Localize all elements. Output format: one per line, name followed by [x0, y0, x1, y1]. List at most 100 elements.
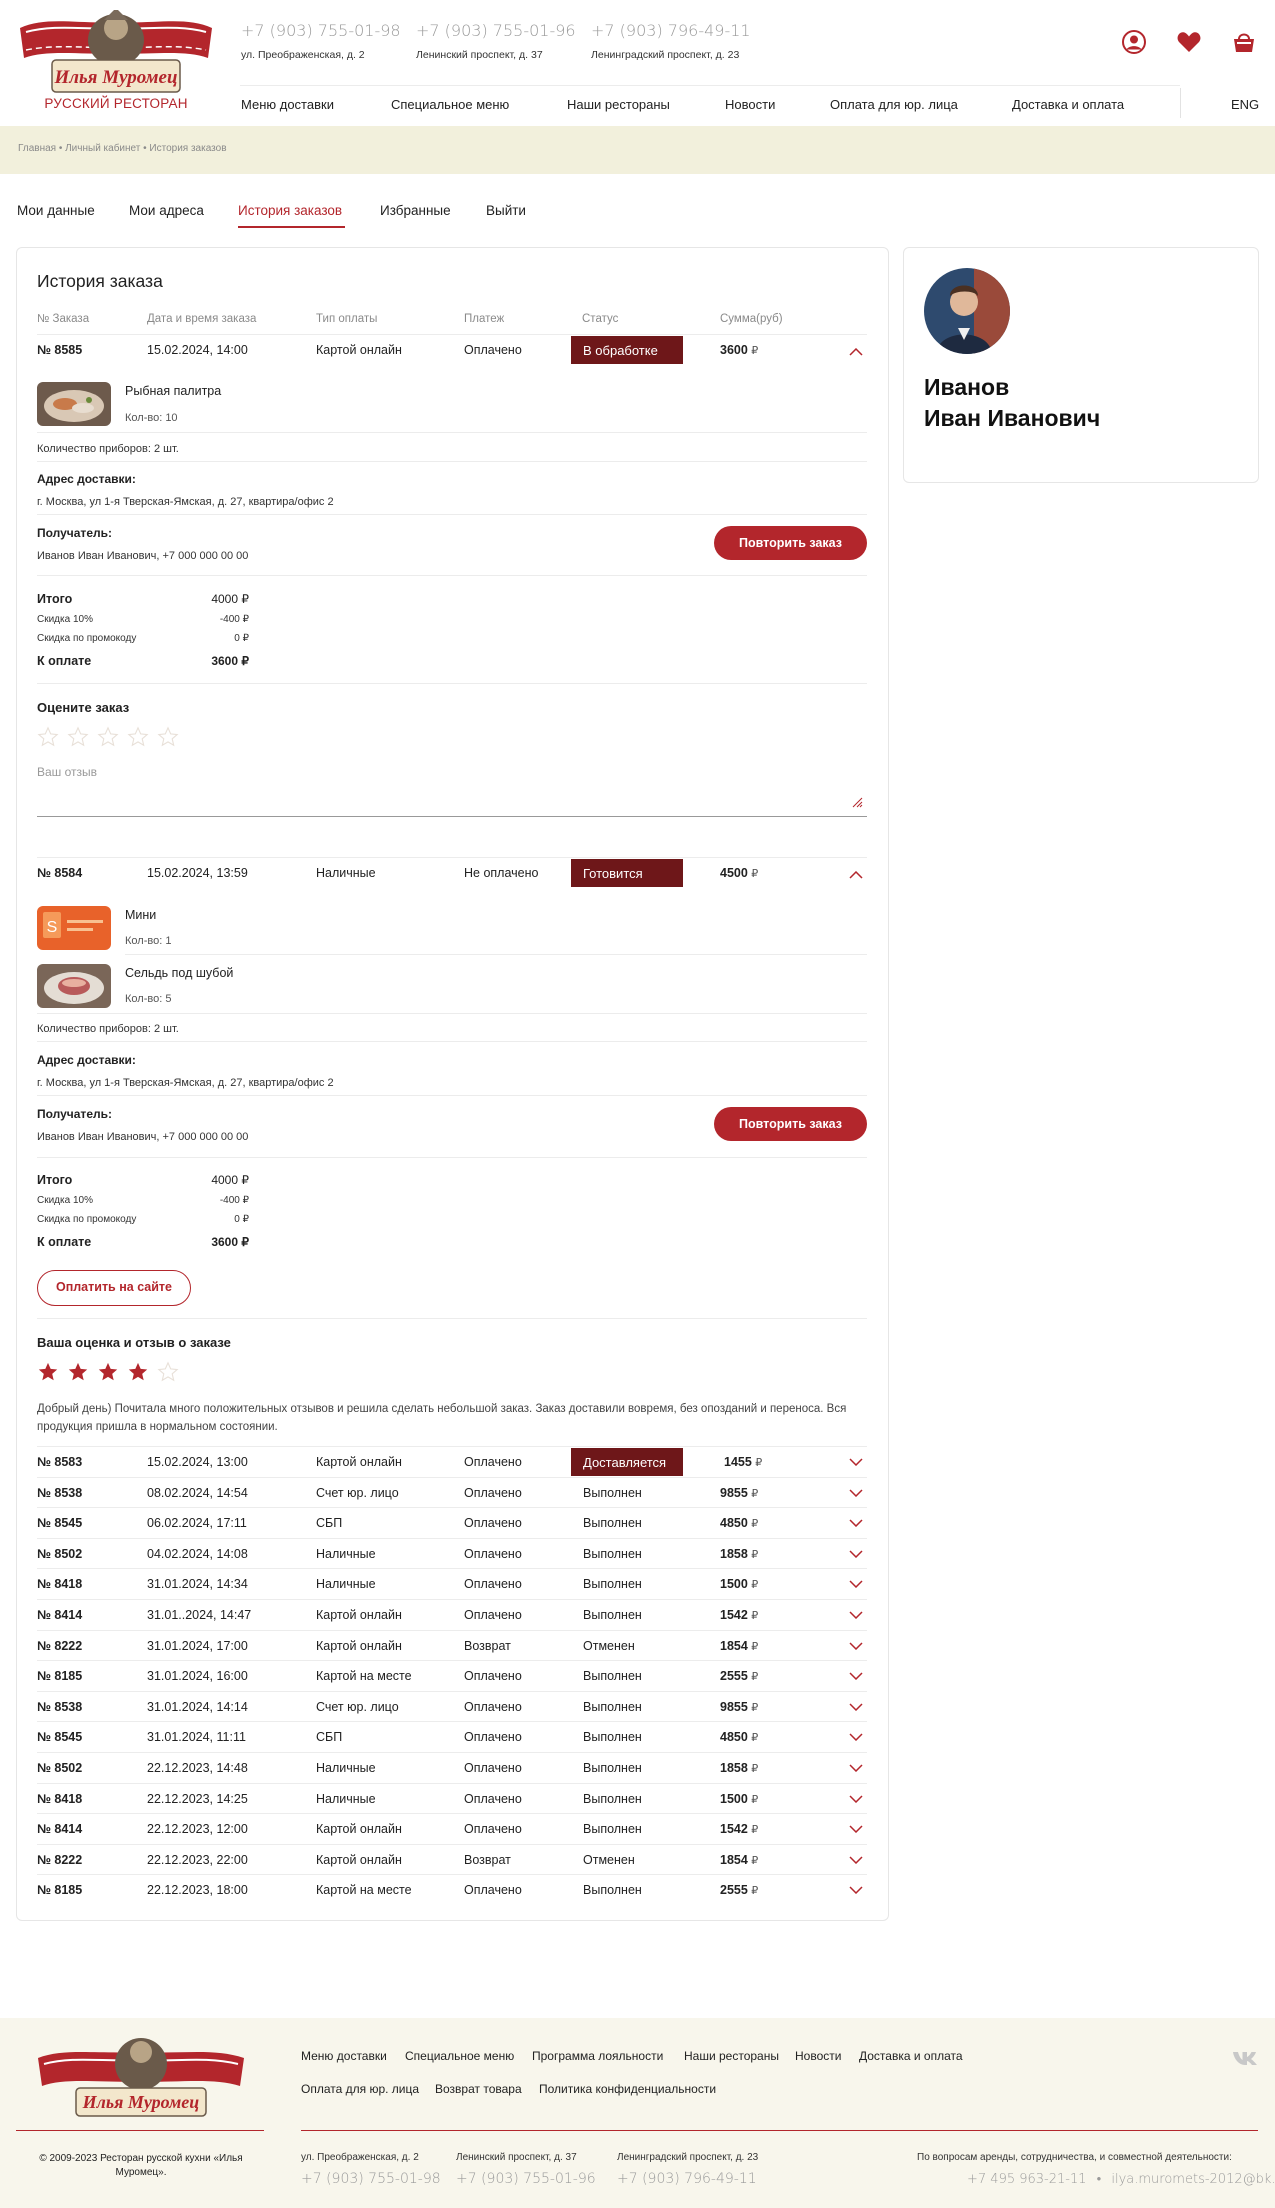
chevron-down-icon[interactable]: [849, 1454, 863, 1467]
row-divider: [125, 954, 867, 955]
item-name[interactable]: Сельдь под шубой: [125, 966, 233, 980]
star-icon[interactable]: [127, 726, 149, 748]
star-icon[interactable]: [37, 726, 59, 748]
chevron-up-icon[interactable]: [849, 344, 863, 356]
nav-restaurants[interactable]: Наши рестораны: [567, 97, 670, 112]
tab-order-history[interactable]: История заказов: [238, 203, 342, 218]
phone-2[interactable]: +7 (903) 755-01-96: [416, 21, 576, 40]
avatar[interactable]: [924, 268, 1010, 354]
footer-link-corporate[interactable]: Оплата для юр. лица: [301, 2082, 419, 2096]
chevron-down-icon[interactable]: [849, 1668, 863, 1681]
footer-phone-2[interactable]: +7 (903) 755-01-96: [456, 2171, 596, 2187]
chevron-down-icon[interactable]: [849, 1546, 863, 1559]
vk-icon[interactable]: [1232, 2050, 1258, 2069]
rating-input[interactable]: [37, 726, 179, 748]
order-row[interactable]: № 8222 31.01.2024, 17:00 Картой онлайн Возв…: [37, 1630, 867, 1661]
item-name[interactable]: Мини: [125, 908, 156, 922]
footer-link-delivery[interactable]: Доставка и оплата: [859, 2049, 963, 2063]
footer-link-restaurants[interactable]: Наши рестораны: [684, 2049, 779, 2063]
order-row[interactable]: № 8538 31.01.2024, 14:14 Счет юр. лицо Опла…: [37, 1691, 867, 1722]
business-phone[interactable]: +7 495 963-21-11: [967, 2172, 1087, 2187]
order-sum: 4500 ₽: [720, 866, 758, 880]
phone-block-1[interactable]: +7 (903) 755-01-98 ул. Преображенская, д…: [241, 21, 401, 61]
chevron-down-icon[interactable]: [849, 1515, 863, 1528]
footer-phone-3[interactable]: +7 (903) 796-49-11: [617, 2171, 757, 2187]
order-row[interactable]: № 8502 22.12.2023, 14:48 Наличные Оплачено В…: [37, 1752, 867, 1783]
tagline: РУССКИЙ РЕСТОРАН: [44, 96, 188, 111]
chevron-down-icon[interactable]: [849, 1882, 863, 1895]
nav-news[interactable]: Новости: [725, 97, 775, 112]
footer-link-privacy[interactable]: Политика конфиденциальности: [539, 2082, 716, 2096]
chevron-down-icon[interactable]: [849, 1576, 863, 1589]
star-icon[interactable]: [157, 726, 179, 748]
footer-link-special[interactable]: Специальное меню: [405, 2049, 514, 2063]
order-row[interactable]: № 8185 31.01.2024, 16:00 Картой на месте Оп…: [37, 1660, 867, 1691]
tab-my-data[interactable]: Мои данные: [17, 203, 95, 218]
breadcrumb[interactable]: Главная • Личный кабинет • История заказ…: [18, 143, 227, 154]
footer-logo[interactable]: Илья Муромец: [34, 2030, 248, 2120]
phone-1[interactable]: +7 (903) 755-01-98: [241, 21, 401, 40]
phone-3[interactable]: +7 (903) 796-49-11: [591, 21, 751, 40]
repeat-order-button[interactable]: Повторить заказ: [714, 1107, 867, 1141]
product-image-mini[interactable]: S: [37, 906, 111, 950]
business-contacts: +7 495 963-21-11 • ilya.muromets-2012@bk…: [967, 2171, 1275, 2187]
nav-corporate-payment[interactable]: Оплата для юр. лица: [830, 97, 958, 112]
star-icon[interactable]: [97, 726, 119, 748]
product-image-fish[interactable]: [37, 382, 111, 426]
order-row[interactable]: № 8185 22.12.2023, 18:00 Картой на месте Оп…: [37, 1874, 867, 1905]
order-status: Выполнен: [583, 1883, 642, 1897]
footer-link-news[interactable]: Новости: [795, 2049, 841, 2063]
business-email[interactable]: ilya.muromets-2012@bk.ru: [1111, 2172, 1275, 2187]
footer-link-loyalty[interactable]: Программа лояльности: [532, 2049, 663, 2063]
item-quantity: Кол-во: 10: [125, 412, 178, 424]
item-name[interactable]: Рыбная палитра: [125, 384, 221, 398]
order-row[interactable]: № 8583 15.02.2024, 13:00 Картой онлайн Опла…: [37, 1446, 867, 1477]
order-row[interactable]: № 8545 06.02.2024, 17:11 СБП Оплачено Выполн…: [37, 1507, 867, 1538]
chevron-down-icon[interactable]: [849, 1729, 863, 1742]
product-image-herring[interactable]: [37, 964, 111, 1008]
chevron-down-icon[interactable]: [849, 1699, 863, 1712]
order-row[interactable]: № 8538 08.02.2024, 14:54 Счет юр. лицо Опла…: [37, 1477, 867, 1508]
chevron-down-icon[interactable]: [849, 1791, 863, 1804]
order-row[interactable]: № 8545 31.01.2024, 11:11 СБП Оплачено Выполн…: [37, 1721, 867, 1752]
cutlery-count: Количество приборов: 2 шт.: [37, 1023, 179, 1035]
phone-block-2[interactable]: +7 (903) 755-01-96 Ленинский проспект, д…: [416, 21, 576, 61]
review-textarea[interactable]: Ваш отзыв: [37, 765, 867, 817]
order-row[interactable]: № 8222 22.12.2023, 22:00 Картой онлайн Возв…: [37, 1844, 867, 1875]
nav-menu-delivery[interactable]: Меню доставки: [241, 97, 334, 112]
tab-my-addresses[interactable]: Мои адреса: [129, 203, 204, 218]
lang-switch[interactable]: ENG: [1231, 97, 1259, 112]
tab-logout[interactable]: Выйти: [486, 203, 526, 218]
chevron-down-icon[interactable]: [849, 1821, 863, 1834]
nav-special-menu[interactable]: Специальное меню: [391, 97, 509, 112]
order-sum-value: 4850: [720, 1730, 748, 1744]
profile-first-names: Иван Иванович: [924, 405, 1101, 431]
order-row[interactable]: № 8418 22.12.2023, 14:25 Наличные Оплачено В…: [37, 1783, 867, 1814]
chevron-up-icon[interactable]: [849, 867, 863, 879]
nav-delivery-payment[interactable]: Доставка и оплата: [1012, 97, 1124, 112]
order-row[interactable]: № 8502 04.02.2024, 14:08 Наличные Оплачено В…: [37, 1538, 867, 1569]
resize-handle-icon[interactable]: [851, 796, 863, 811]
star-icon: [157, 1361, 179, 1382]
chevron-down-icon[interactable]: [849, 1638, 863, 1651]
order-row[interactable]: № 8414 31.01..2024, 14:47 Картой онлайн Опл…: [37, 1599, 867, 1630]
order-row[interactable]: № 8414 22.12.2023, 12:00 Картой онлайн Опла…: [37, 1813, 867, 1844]
tab-favorites[interactable]: Избранные: [380, 203, 451, 218]
pay-online-button[interactable]: Оплатить на сайте: [37, 1270, 191, 1306]
phone-block-3[interactable]: +7 (903) 796-49-11 Ленинградский проспек…: [591, 21, 751, 61]
order-payment: Оплачено: [464, 1669, 522, 1683]
chevron-down-icon[interactable]: [849, 1760, 863, 1773]
chevron-down-icon[interactable]: [849, 1485, 863, 1498]
user-icon[interactable]: [1121, 29, 1147, 55]
repeat-order-button[interactable]: Повторить заказ: [714, 526, 867, 560]
order-sum: 1858 ₽: [720, 1761, 758, 1775]
chevron-down-icon[interactable]: [849, 1607, 863, 1620]
footer-link-returns[interactable]: Возврат товара: [435, 2082, 522, 2096]
order-row[interactable]: № 8418 31.01.2024, 14:34 Наличные Оплачено В…: [37, 1568, 867, 1599]
star-icon[interactable]: [67, 726, 89, 748]
basket-icon[interactable]: [1231, 29, 1257, 55]
footer-link-menu[interactable]: Меню доставки: [301, 2049, 387, 2063]
chevron-down-icon[interactable]: [849, 1852, 863, 1865]
footer-phone-1[interactable]: +7 (903) 755-01-98: [301, 2171, 441, 2187]
heart-icon[interactable]: [1176, 29, 1202, 55]
